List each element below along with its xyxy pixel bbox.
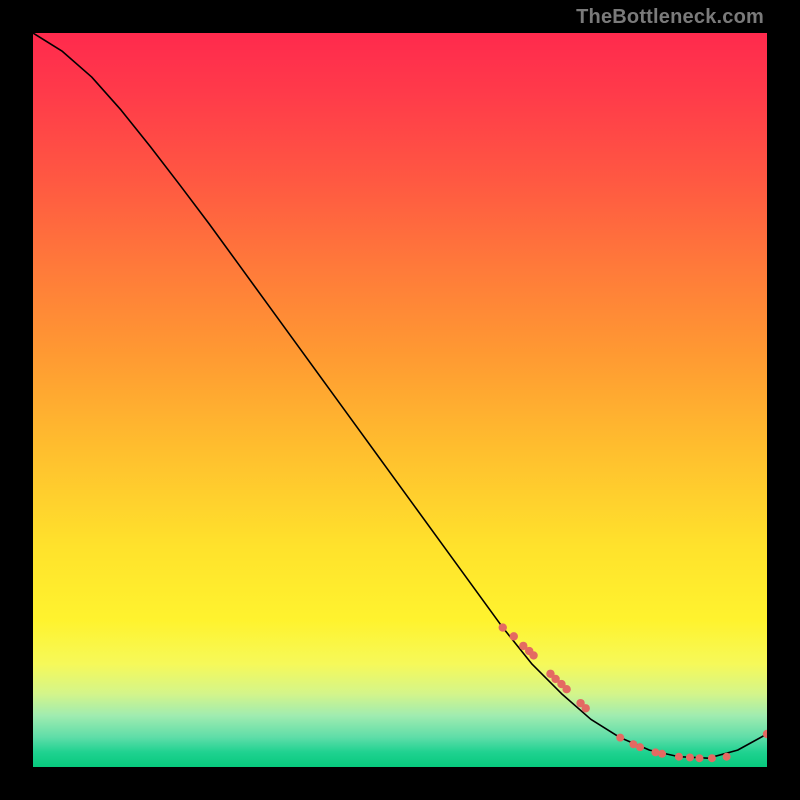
highlight-dot bbox=[529, 651, 537, 659]
highlight-dots-group bbox=[499, 623, 767, 762]
highlight-dot bbox=[562, 685, 570, 693]
highlight-dot bbox=[499, 623, 507, 631]
highlight-dot bbox=[636, 743, 644, 751]
bottleneck-curve bbox=[33, 33, 767, 758]
highlight-dot bbox=[675, 753, 683, 761]
highlight-dot bbox=[708, 754, 716, 762]
highlight-dot bbox=[651, 748, 659, 756]
highlight-dot bbox=[686, 753, 694, 761]
highlight-dot bbox=[763, 730, 767, 738]
highlight-dot bbox=[658, 750, 666, 758]
plot-area bbox=[33, 33, 767, 767]
watermark-text: TheBottleneck.com bbox=[576, 6, 764, 29]
chart-frame: TheBottleneck.com bbox=[0, 0, 800, 800]
highlight-dot bbox=[695, 754, 703, 762]
highlight-dot bbox=[616, 734, 624, 742]
highlight-dot bbox=[582, 704, 590, 712]
highlight-dot bbox=[510, 632, 518, 640]
highlight-dot bbox=[723, 753, 731, 761]
curve-layer bbox=[33, 33, 767, 767]
